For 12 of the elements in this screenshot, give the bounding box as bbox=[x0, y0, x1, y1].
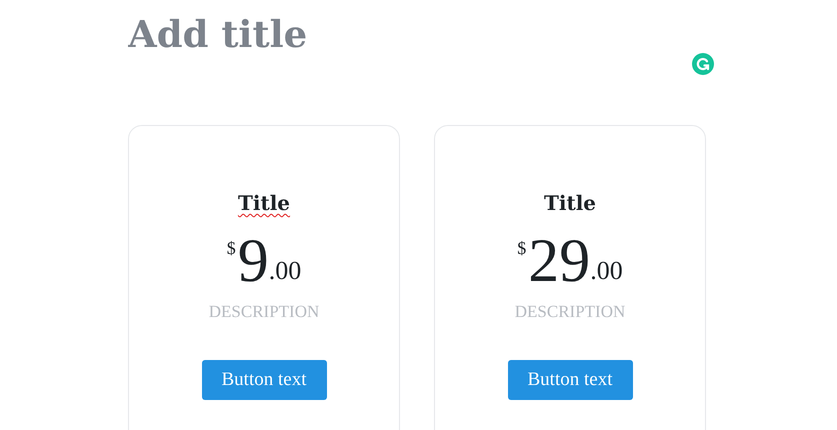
price-cents: .00 bbox=[590, 256, 623, 286]
price-amount: 29 bbox=[528, 228, 590, 294]
description: DESCRIPTION bbox=[514, 302, 626, 322]
card-button[interactable]: Button text bbox=[508, 360, 632, 400]
card-button[interactable]: Button text bbox=[202, 360, 326, 400]
currency-symbol: $ bbox=[517, 238, 526, 259]
description: DESCRIPTION bbox=[208, 302, 320, 322]
price-amount: 9 bbox=[238, 228, 269, 294]
price-cents: .00 bbox=[268, 256, 302, 286]
card-title: Title bbox=[238, 190, 290, 216]
currency-symbol: $ bbox=[226, 238, 236, 259]
card-title: Title bbox=[544, 190, 596, 216]
